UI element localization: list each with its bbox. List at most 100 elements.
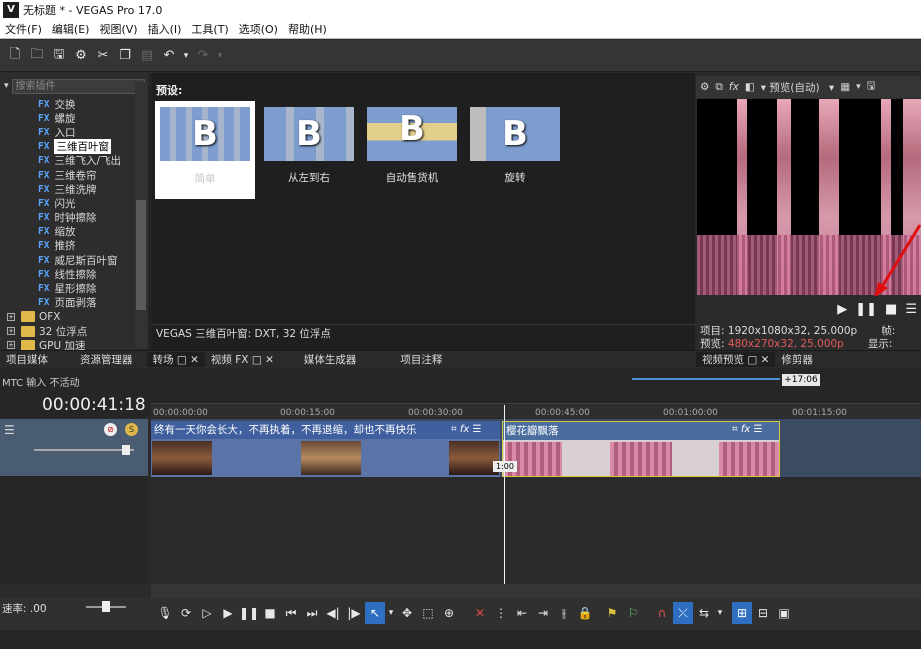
edit-tool-dropdown-icon[interactable]: ▾ bbox=[386, 602, 396, 624]
tab-project-media[interactable]: 项目媒体 bbox=[0, 352, 54, 367]
ignore-grouping-icon[interactable]: ⊟ bbox=[753, 602, 773, 624]
tab-explorer[interactable]: 资源管理器 bbox=[74, 352, 139, 367]
transition-item[interactable]: FX 星形擦除 bbox=[0, 281, 149, 295]
ripple-dropdown-icon[interactable]: ▾ bbox=[715, 602, 725, 624]
track-level-handle[interactable] bbox=[122, 445, 130, 455]
expand-icon[interactable]: + bbox=[7, 312, 15, 321]
copy-icon[interactable]: ❐ bbox=[114, 45, 136, 67]
transition-item[interactable]: FX 入口 bbox=[0, 125, 149, 139]
playhead-cursor[interactable] bbox=[504, 405, 505, 585]
marker-icon[interactable]: ⚑ bbox=[602, 602, 622, 624]
grid-overlay-icon[interactable]: ▦ bbox=[840, 81, 850, 93]
lock-icon[interactable]: 🔒 bbox=[575, 602, 595, 624]
transition-item[interactable]: FX 三维卷帘 bbox=[0, 168, 149, 182]
zoom-tool-icon[interactable]: ⊕ bbox=[439, 602, 459, 624]
track-level-slider[interactable] bbox=[34, 449, 134, 451]
ripple-edit-icon[interactable]: ⇆ bbox=[694, 602, 714, 624]
menu-help[interactable]: 帮助(H) bbox=[283, 21, 332, 37]
transition-item[interactable]: FX 三维飞入/飞出 bbox=[0, 154, 149, 168]
transition-item[interactable]: FX 页面剥落 bbox=[0, 296, 149, 310]
mute-icon[interactable]: ⊘ bbox=[104, 423, 117, 436]
preset-rotate[interactable]: B 旋转 bbox=[465, 107, 565, 185]
tab-transitions[interactable]: 转场 □ ✕ bbox=[146, 351, 205, 367]
transition-item[interactable]: FX 交换 bbox=[0, 97, 149, 111]
expand-icon[interactable]: + bbox=[7, 327, 15, 336]
tree-folder-32bit[interactable]: + 32 位浮点 bbox=[0, 324, 149, 338]
transition-item[interactable]: FX 缩放 bbox=[0, 225, 149, 239]
lock-envelopes-icon[interactable]: ⊞ bbox=[732, 602, 752, 624]
tab-media-generators[interactable]: 媒体生成器 bbox=[298, 352, 363, 367]
menu-edit[interactable]: 编辑(E) bbox=[47, 21, 95, 37]
undo-icon[interactable]: ↶ bbox=[158, 45, 180, 67]
tab-video-preview[interactable]: 视频预览 □ ✕ bbox=[696, 351, 776, 367]
play-icon[interactable]: ▶ bbox=[837, 302, 847, 317]
preset-simple[interactable]: B 简单 bbox=[155, 101, 255, 199]
clip2-crop-icon[interactable]: ⌗ fx ☰ bbox=[732, 424, 762, 435]
transition-item[interactable]: FX 三维洗牌 bbox=[0, 182, 149, 196]
menu-options[interactable]: 选项(O) bbox=[234, 21, 283, 37]
grid-dropdown-icon[interactable]: ▾ bbox=[856, 82, 861, 92]
preset-left-to-right[interactable]: B 从左到右 bbox=[259, 107, 359, 185]
menu-insert[interactable]: 插入(I) bbox=[143, 21, 187, 37]
snapping-icon[interactable]: ∩ bbox=[652, 602, 672, 624]
split-screen-icon[interactable]: ◧ bbox=[745, 81, 755, 93]
transition-item[interactable]: FX 推挤 bbox=[0, 239, 149, 253]
expand-icon[interactable]: + bbox=[7, 341, 15, 350]
copy-snapshot-icon[interactable]: 🖫 bbox=[867, 78, 876, 96]
transition-item[interactable]: FX 螺旋 bbox=[0, 111, 149, 125]
transition-item[interactable]: FX 三维百叶窗 bbox=[0, 139, 149, 155]
stop-icon[interactable]: ■ bbox=[885, 302, 897, 317]
play-from-start-icon[interactable]: ▷ bbox=[197, 602, 217, 624]
tab-project-notes[interactable]: 项目注释 bbox=[394, 352, 448, 367]
delete-icon[interactable]: ✕ bbox=[470, 602, 490, 624]
fx-icon[interactable]: fx bbox=[729, 81, 739, 93]
tab-video-fx[interactable]: 视频 FX □ ✕ bbox=[205, 352, 280, 367]
settings-gear-icon[interactable]: ⚙ bbox=[70, 45, 92, 67]
preset-vending-machine[interactable]: B 自动售货机 bbox=[362, 107, 462, 185]
prev-frame-icon[interactable]: ◀| bbox=[323, 602, 343, 624]
stop-icon[interactable]: ■ bbox=[260, 602, 280, 624]
redo-dropdown-icon[interactable]: ▾ bbox=[214, 45, 226, 67]
loop-icon[interactable]: ⟳ bbox=[176, 602, 196, 624]
clip1-crop-icon[interactable]: ⌗ fx ☰ bbox=[451, 424, 481, 435]
menu-tools[interactable]: 工具(T) bbox=[186, 21, 233, 37]
preview-quality-dropdown[interactable]: ▾ 预览(自动) ▾ bbox=[761, 80, 834, 95]
transition-item[interactable]: FX 威尼斯百叶窗 bbox=[0, 253, 149, 267]
solo-icon[interactable]: S bbox=[125, 423, 138, 436]
trim-start-icon[interactable]: ⇤ bbox=[512, 602, 532, 624]
more-options-icon[interactable]: ▣ bbox=[774, 602, 794, 624]
selection-tool-icon[interactable]: ⬚ bbox=[418, 602, 438, 624]
go-to-start-icon[interactable]: ⏮ bbox=[281, 602, 301, 624]
tree-folder-gpu[interactable]: + GPU 加速 bbox=[0, 338, 149, 350]
split-icon[interactable]: ⫲ bbox=[554, 602, 574, 624]
cut-icon[interactable]: ✂ bbox=[92, 45, 114, 67]
video-clip-1[interactable]: 终有一天你会长大，不再执着，不再退缩，却也不再快乐 bbox=[151, 421, 500, 477]
open-folder-icon[interactable]: 🗀 bbox=[26, 45, 48, 67]
plugin-search-input[interactable]: 搜索插件 bbox=[11, 78, 145, 94]
tree-scrollbar-thumb[interactable] bbox=[136, 200, 146, 310]
menu-file[interactable]: 文件(F) bbox=[0, 21, 47, 37]
next-frame-icon[interactable]: |▶ bbox=[344, 602, 364, 624]
new-file-icon[interactable]: 🗋 bbox=[4, 45, 26, 67]
external-monitor-icon[interactable]: ⧉ bbox=[715, 81, 723, 94]
play-icon[interactable]: ▶ bbox=[218, 602, 238, 624]
region-icon[interactable]: ⚐ bbox=[623, 602, 643, 624]
tree-folder-ofx[interactable]: + OFX bbox=[0, 310, 149, 324]
record-icon[interactable]: 🎙 bbox=[155, 602, 175, 624]
video-track-header[interactable]: ☰ ⊘ S bbox=[0, 419, 148, 477]
pause-icon[interactable]: ❚❚ bbox=[239, 602, 259, 624]
trim-end-icon[interactable]: ⇥ bbox=[533, 602, 553, 624]
menu-view[interactable]: 视图(V) bbox=[94, 21, 142, 37]
envelope-tool-icon[interactable]: ✥ bbox=[397, 602, 417, 624]
paste-icon[interactable]: ▤ bbox=[136, 45, 158, 67]
track-menu-icon[interactable]: ☰ bbox=[4, 423, 15, 437]
menu-icon[interactable]: ☰ bbox=[905, 302, 917, 317]
preview-settings-icon[interactable]: ⚙ bbox=[700, 81, 709, 93]
tab-trimmer[interactable]: 修剪器 bbox=[775, 352, 819, 367]
trim-icon[interactable]: ⋮ bbox=[491, 602, 511, 624]
timeline-scrollbar[interactable] bbox=[151, 584, 921, 598]
normal-edit-tool-icon[interactable]: ↖ bbox=[365, 602, 385, 624]
timeline-nav-line[interactable] bbox=[632, 378, 780, 380]
undo-dropdown-icon[interactable]: ▾ bbox=[180, 45, 192, 67]
rate-slider-handle[interactable] bbox=[102, 601, 110, 612]
